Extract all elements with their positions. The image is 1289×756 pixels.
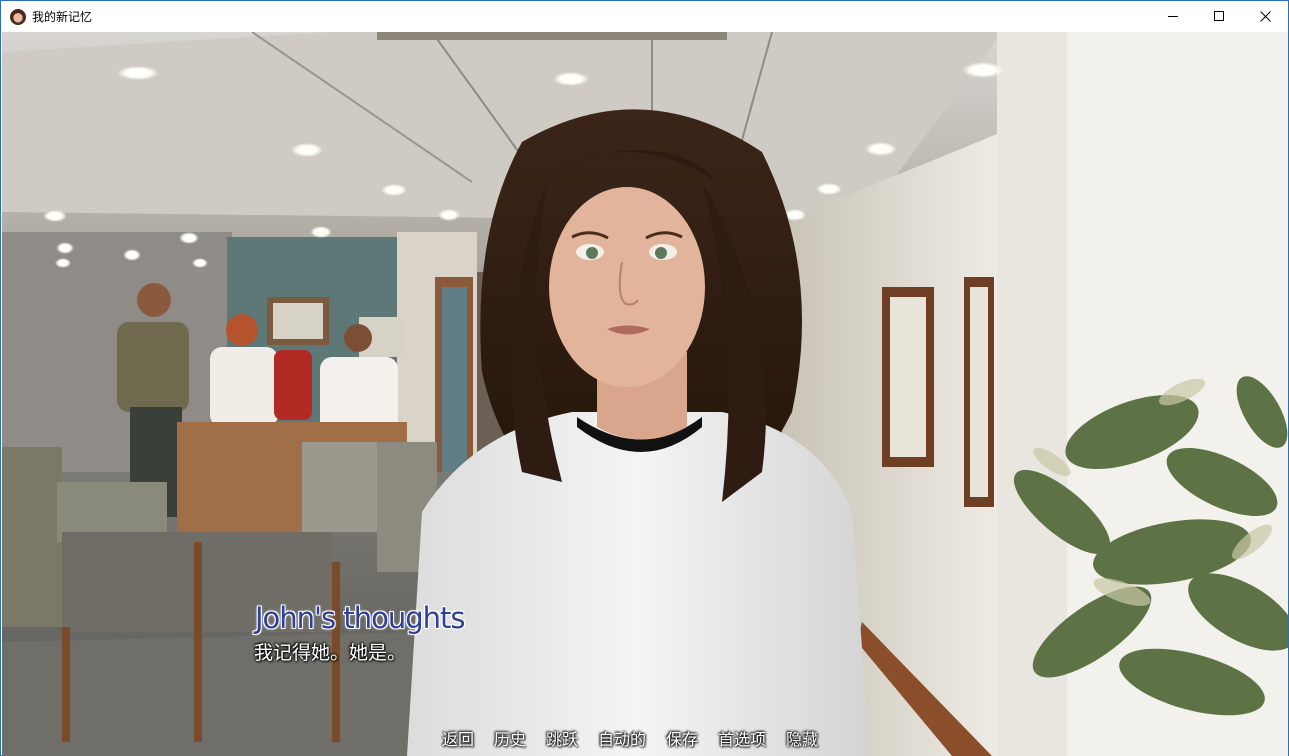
quick-menu-preferences[interactable]: 首选项 xyxy=(718,726,766,749)
minimize-button[interactable] xyxy=(1150,1,1196,32)
game-window: 我的新记忆 John's thoughts 我记得她。她是。 返回 历史 跳跃 … xyxy=(0,0,1289,756)
game-viewport[interactable]: John's thoughts 我记得她。她是。 返回 历史 跳跃 自动的 保存… xyxy=(2,32,1288,756)
quick-menu-history[interactable]: 历史 xyxy=(494,726,526,749)
title-bar[interactable]: 我的新记忆 xyxy=(1,1,1288,32)
quick-menu-skip[interactable]: 跳跃 xyxy=(546,726,578,749)
maximize-button[interactable] xyxy=(1196,1,1242,32)
quick-menu-hide[interactable]: 隐藏 xyxy=(786,726,818,749)
window-controls xyxy=(1150,1,1288,32)
speaker-name: John's thoughts xyxy=(255,601,465,635)
close-button[interactable] xyxy=(1242,1,1288,32)
minimize-icon xyxy=(1167,16,1178,17)
quick-menu-back[interactable]: 返回 xyxy=(442,726,474,749)
app-icon xyxy=(10,8,26,25)
quick-menu-save[interactable]: 保存 xyxy=(666,726,698,749)
close-icon xyxy=(1259,11,1271,22)
quick-menu-auto[interactable]: 自动的 xyxy=(598,726,646,749)
scene-background xyxy=(2,32,1288,756)
maximize-icon xyxy=(1213,11,1224,21)
quick-menu: 返回 历史 跳跃 自动的 保存 首选项 隐藏 xyxy=(442,726,838,749)
dialogue-text: 我记得她。她是。 xyxy=(254,642,407,664)
window-title: 我的新记忆 xyxy=(32,10,93,24)
